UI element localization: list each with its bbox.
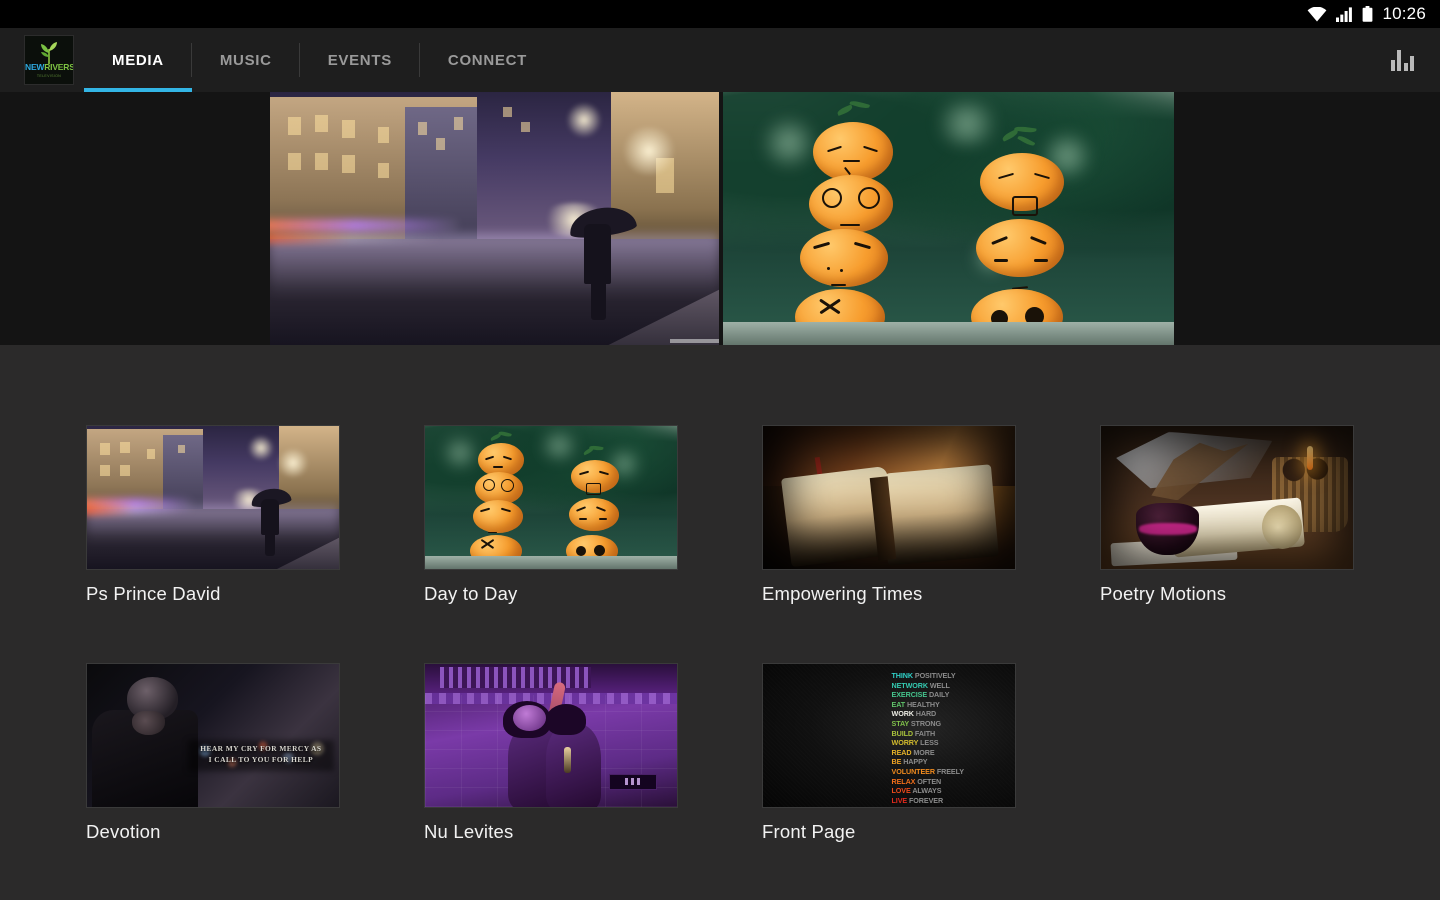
hero-slide-strip[interactable] xyxy=(270,92,1174,345)
thumbnail[interactable] xyxy=(86,425,340,570)
poster-line: LIVE FOREVER xyxy=(891,795,944,805)
hero-slide-oranges[interactable] xyxy=(723,92,1174,345)
purple-stage-singers-art xyxy=(425,664,677,807)
motivational-word-poster-art: THINK POSITIVELY NETWORK WELL EXERCISE DAI… xyxy=(763,664,1015,807)
poster-line: EAT HEALTHY xyxy=(891,699,940,709)
tab-connect[interactable]: CONNECT xyxy=(420,28,555,92)
poster-line: NETWORK WELL xyxy=(891,680,950,690)
main-tabs: MEDIA MUSIC EVENTS CONNECT xyxy=(84,28,555,92)
poster-line: BUILD FAITH xyxy=(891,728,936,738)
cellular-signal-icon xyxy=(1336,6,1353,22)
media-grid-row: Ps Prince David Day to Day Empowering Ti… xyxy=(0,425,1440,605)
stacked-oranges-art xyxy=(723,92,1174,345)
thumbnail[interactable] xyxy=(762,425,1016,570)
wifi-icon xyxy=(1307,6,1327,22)
devotion-overlay-line2: I CALL TO YOU FOR HELP xyxy=(208,754,314,764)
poster-line: VOLUNTEER FREELY xyxy=(891,766,965,776)
media-card-title: Ps Prince David xyxy=(86,583,221,604)
media-card-title: Front Page xyxy=(762,821,856,842)
media-card-nu-levites[interactable]: Nu Levites xyxy=(424,663,761,843)
poster-line: LOVE ALWAYS xyxy=(891,786,942,796)
media-grid-row: HEAR MY CRY FOR MERCY AS I CALL TO YOU F… xyxy=(0,663,1440,843)
media-card-title: Devotion xyxy=(86,821,161,842)
status-bar-clock: 10:26 xyxy=(1382,4,1426,23)
thumbnail[interactable]: THINK POSITIVELY NETWORK WELL EXERCISE DAI… xyxy=(762,663,1016,808)
poster-line: THINK POSITIVELY xyxy=(891,671,956,681)
poster-line: STAY STRONG xyxy=(891,719,942,729)
newrivers-logo[interactable]: NEWRIVERS TELEVISION xyxy=(24,35,74,85)
bar-chart-icon[interactable] xyxy=(1390,49,1414,71)
tab-connect-label: CONNECT xyxy=(447,51,527,69)
poster-line: BE HAPPY xyxy=(891,757,928,767)
tab-events-label: EVENTS xyxy=(327,51,392,69)
poster-line: RELAX OFTEN xyxy=(891,776,942,786)
logo-wordmark: NEWRIVERS xyxy=(25,61,74,72)
media-card-poetry-motions[interactable]: Poetry Motions xyxy=(1100,425,1437,605)
media-card-title: Nu Levites xyxy=(424,821,514,842)
devotion-overlay-text: HEAR MY CRY FOR MERCY AS I CALL TO YOU F… xyxy=(193,744,329,765)
logo-subtitle: TELEVISION xyxy=(36,74,62,78)
media-card-empowering-times[interactable]: Empowering Times xyxy=(762,425,1099,605)
app-bar: NEWRIVERS TELEVISION MEDIA MUSIC EVENTS … xyxy=(0,28,1440,92)
praying-man-art: HEAR MY CRY FOR MERCY AS I CALL TO YOU F… xyxy=(87,664,339,807)
poster-line: WORRY LESS xyxy=(891,738,939,748)
tab-media-label: MEDIA xyxy=(112,51,164,69)
thumbnail[interactable] xyxy=(424,425,678,570)
stacked-oranges-art xyxy=(425,426,677,569)
open-book-art xyxy=(763,426,1015,569)
status-bar: 10:26 xyxy=(0,0,1440,28)
media-card-title: Day to Day xyxy=(424,583,518,604)
media-card-ps-prince-david[interactable]: Ps Prince David xyxy=(86,425,423,605)
media-grid: Ps Prince David Day to Day Empowering Ti… xyxy=(0,345,1440,843)
thumbnail[interactable] xyxy=(424,663,678,808)
media-card-front-page[interactable]: THINK POSITIVELY NETWORK WELL EXERCISE DAI… xyxy=(762,663,1099,843)
poster-line: READ MORE xyxy=(891,747,935,757)
tab-music[interactable]: MUSIC xyxy=(192,28,300,92)
thumbnail[interactable] xyxy=(1100,425,1354,570)
carousel-scroll-indicator[interactable] xyxy=(670,339,719,343)
tab-music-label: MUSIC xyxy=(219,51,272,69)
tab-events[interactable]: EVENTS xyxy=(300,28,420,92)
poster-word-list: THINK POSITIVELY NETWORK WELL EXERCISE DAI… xyxy=(892,671,1013,805)
rainy-city-art xyxy=(270,92,719,345)
poster-line: WORK HARD xyxy=(891,709,937,719)
quill-and-scroll-art xyxy=(1101,426,1353,569)
media-card-day-to-day[interactable]: Day to Day xyxy=(424,425,761,605)
battery-icon xyxy=(1362,6,1373,22)
media-card-title: Poetry Motions xyxy=(1100,583,1227,604)
rainy-city-art xyxy=(87,426,339,569)
media-card-devotion[interactable]: HEAR MY CRY FOR MERCY AS I CALL TO YOU F… xyxy=(86,663,423,843)
stage-panel xyxy=(608,774,657,790)
hero-carousel[interactable] xyxy=(0,92,1440,345)
thumbnail[interactable]: HEAR MY CRY FOR MERCY AS I CALL TO YOU F… xyxy=(86,663,340,808)
poster-line: EXERCISE DAILY xyxy=(891,690,950,700)
tab-media[interactable]: MEDIA xyxy=(84,28,192,92)
media-card-title: Empowering Times xyxy=(762,583,923,604)
devotion-overlay-line1: HEAR MY CRY FOR MERCY AS xyxy=(200,744,322,754)
hero-slide-rainy-city[interactable] xyxy=(270,92,719,345)
